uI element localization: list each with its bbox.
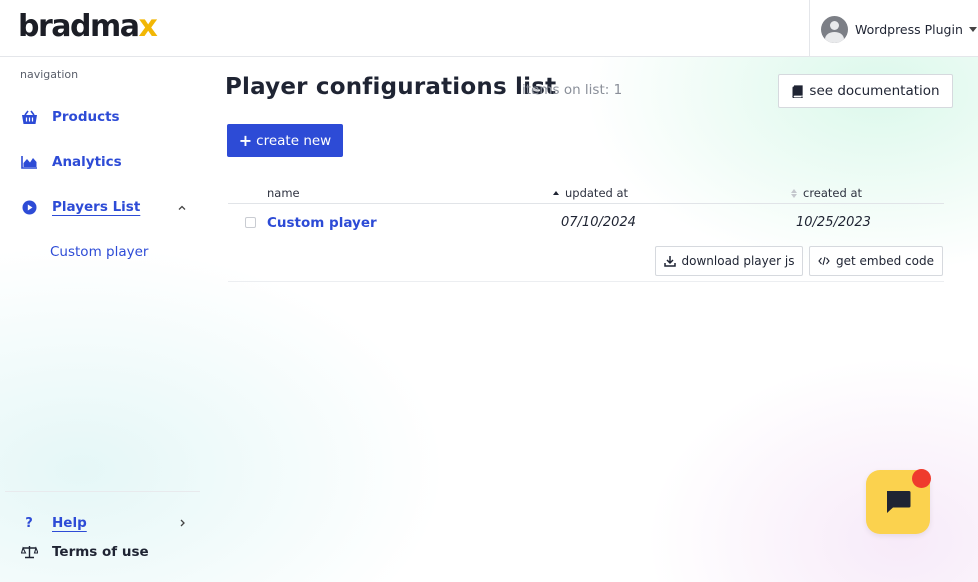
sidebar-item-label: Help bbox=[52, 515, 87, 531]
sidebar-item-label: Analytics bbox=[52, 154, 122, 170]
sidebar-item-analytics[interactable]: Analytics bbox=[20, 150, 122, 174]
sidebar-item-help[interactable]: ? Help bbox=[20, 511, 87, 535]
bradmax-logo[interactable]: bradma x bbox=[18, 9, 158, 45]
logo-x: x bbox=[138, 9, 158, 44]
row-created-at: 10/25/2023 bbox=[796, 215, 871, 230]
items-count: items on list: 1 bbox=[522, 82, 623, 98]
column-header-label: updated at bbox=[565, 186, 629, 200]
sidebar-item-label: Terms of use bbox=[52, 544, 149, 560]
column-header-label: created at bbox=[803, 186, 863, 200]
notification-badge bbox=[912, 469, 931, 488]
see-documentation-button[interactable]: see documentation bbox=[778, 74, 953, 108]
scales-icon bbox=[20, 543, 38, 561]
create-new-button[interactable]: + create new bbox=[227, 124, 343, 157]
basket-icon bbox=[20, 108, 38, 126]
sidebar-item-products[interactable]: Products bbox=[20, 105, 120, 129]
sort-icon bbox=[791, 188, 797, 198]
chevron-right-icon[interactable] bbox=[177, 518, 187, 528]
chat-icon bbox=[887, 491, 911, 513]
area-chart-icon bbox=[20, 153, 38, 171]
column-header-updated-at[interactable]: updated at bbox=[553, 186, 628, 200]
get-embed-code-label: get embed code bbox=[836, 254, 934, 268]
row-checkbox[interactable] bbox=[245, 217, 256, 228]
page-title: Player configurations list bbox=[225, 74, 557, 100]
download-icon bbox=[663, 256, 676, 267]
row-name-link[interactable]: Custom player bbox=[267, 215, 377, 231]
sidebar-item-label: Players List bbox=[52, 199, 141, 215]
chevron-up-icon[interactable] bbox=[177, 202, 187, 212]
table-bottom-divider bbox=[228, 281, 944, 282]
user-menu[interactable]: Wordpress Plugin bbox=[821, 14, 977, 44]
nav-caption: navigation bbox=[20, 68, 79, 81]
caret-down-icon bbox=[968, 26, 977, 32]
download-player-js-button[interactable]: download player js bbox=[655, 246, 803, 276]
sidebar-subitem-custom-player[interactable]: Custom player bbox=[50, 244, 148, 260]
sidebar-item-players-list[interactable]: Players List bbox=[20, 195, 140, 219]
sidebar-item-terms[interactable]: Terms of use bbox=[20, 540, 149, 564]
play-circle-icon bbox=[20, 198, 38, 216]
user-menu-label: Wordpress Plugin bbox=[855, 21, 963, 37]
code-icon bbox=[818, 256, 830, 266]
top-header: bradma x Wordpress Plugin bbox=[0, 0, 978, 57]
download-player-js-label: download player js bbox=[681, 254, 795, 268]
sidebar-divider bbox=[5, 491, 200, 492]
header-divider bbox=[809, 0, 810, 56]
column-header-name[interactable]: name bbox=[267, 186, 300, 200]
plus-icon: + bbox=[238, 130, 253, 150]
logo-text: bradma bbox=[18, 9, 140, 44]
column-header-label: name bbox=[267, 186, 300, 200]
question-icon: ? bbox=[25, 515, 33, 531]
sidebar: navigation Products Analytics Players Li… bbox=[0, 57, 200, 582]
row-updated-at: 07/10/2024 bbox=[561, 215, 636, 230]
book-icon bbox=[792, 84, 804, 98]
column-header-created-at[interactable]: created at bbox=[791, 186, 862, 200]
sort-asc-icon bbox=[553, 190, 559, 196]
sidebar-item-label: Products bbox=[52, 109, 120, 125]
user-avatar-icon bbox=[821, 15, 848, 43]
table-header-divider bbox=[228, 203, 944, 204]
see-documentation-label: see documentation bbox=[809, 83, 940, 99]
create-new-label: create new bbox=[256, 132, 332, 149]
get-embed-code-button[interactable]: get embed code bbox=[809, 246, 943, 276]
